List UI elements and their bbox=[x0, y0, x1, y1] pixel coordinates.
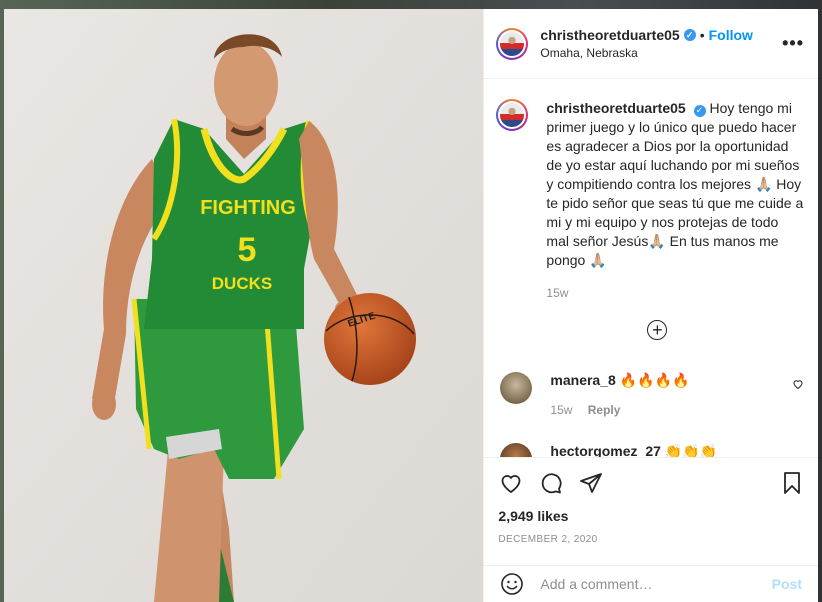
post-caption: christheoretduarte05 ✓ Hoy tengo mi prim… bbox=[496, 99, 804, 303]
comment-time[interactable]: 15w bbox=[550, 403, 572, 417]
author-avatar[interactable] bbox=[496, 27, 529, 60]
jersey-text-top: FIGHTING bbox=[200, 197, 296, 219]
more-options-icon[interactable]: ••• bbox=[782, 33, 804, 54]
comment-item: hectorgomez_27 👏👏👏 bbox=[500, 443, 804, 457]
post-comment-button[interactable]: Post bbox=[772, 576, 802, 592]
load-more-comments-icon[interactable]: + bbox=[647, 320, 668, 340]
post-actions: 2,949 likes DECEMBER 2, 2020 bbox=[484, 457, 818, 545]
commenter-avatar[interactable] bbox=[500, 443, 533, 457]
author-username[interactable]: christheoretduarte05 bbox=[540, 27, 679, 43]
add-comment-input[interactable] bbox=[538, 575, 772, 593]
post-side-panel: christheoretduarte05 ✓ • Follow Omaha, N… bbox=[483, 9, 818, 602]
follow-button[interactable]: Follow bbox=[709, 27, 753, 43]
post-date[interactable]: DECEMBER 2, 2020 bbox=[498, 534, 804, 545]
jersey-number: 5 bbox=[238, 231, 257, 269]
basketball-player-image: FIGHTING 5 DUCKS ELITE bbox=[4, 9, 484, 602]
reply-button[interactable]: Reply bbox=[588, 403, 621, 417]
comment-text: 👏👏👏 bbox=[664, 443, 718, 457]
post-location[interactable]: Omaha, Nebraska bbox=[540, 46, 782, 60]
verified-badge-icon: ✓ bbox=[693, 104, 706, 117]
jersey-text-bottom: DUCKS bbox=[212, 274, 272, 293]
comment-username[interactable]: hectorgomez_27 bbox=[550, 443, 660, 457]
post-modal: FIGHTING 5 DUCKS ELITE christheoretduart… bbox=[4, 9, 818, 602]
verified-badge-icon: ✓ bbox=[683, 29, 696, 41]
commenter-avatar[interactable] bbox=[500, 372, 533, 404]
caption-time[interactable]: 15w bbox=[546, 284, 804, 303]
like-heart-icon[interactable] bbox=[498, 471, 524, 495]
separator-dot: • bbox=[699, 27, 705, 43]
share-paper-plane-icon[interactable] bbox=[578, 471, 604, 495]
post-photo[interactable]: FIGHTING 5 DUCKS ELITE bbox=[4, 9, 484, 602]
comment-bubble-icon[interactable] bbox=[538, 471, 564, 495]
caption-avatar[interactable] bbox=[496, 99, 529, 131]
comment-item: manera_8 🔥🔥🔥🔥 15w Reply bbox=[500, 372, 804, 417]
emoji-smiley-icon[interactable] bbox=[500, 572, 524, 596]
post-header: christheoretduarte05 ✓ • Follow Omaha, N… bbox=[484, 9, 818, 79]
comment-username[interactable]: manera_8 bbox=[550, 372, 615, 388]
comment-text: 🔥🔥🔥🔥 bbox=[619, 372, 690, 388]
save-bookmark-icon[interactable] bbox=[780, 470, 804, 496]
likes-count[interactable]: 2,949 likes bbox=[498, 508, 804, 524]
caption-text: Hoy tengo mi primer juego y lo único que… bbox=[546, 100, 804, 268]
caption-username[interactable]: christheoretduarte05 bbox=[546, 100, 685, 116]
add-comment-bar: Post bbox=[484, 565, 818, 602]
like-comment-heart-icon[interactable] bbox=[792, 378, 804, 390]
